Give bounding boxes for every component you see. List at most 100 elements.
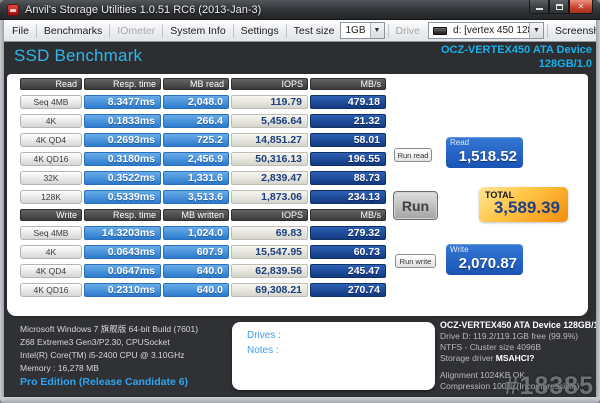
run-write-button[interactable]: Run write <box>395 254 436 268</box>
system-info: Microsoft Windows 7 旗舰版 64-bit Build (76… <box>20 323 198 375</box>
menu-separator <box>387 23 389 38</box>
table-row: 4K 0.1833ms 266.4 5,456.64 21.32 <box>20 114 388 128</box>
table-row: 32K 0.3522ms 1,331.6 2,839.47 88.73 <box>20 171 388 185</box>
table-row: 4K QD4 0.2693ms 725.2 14,851.27 58.01 <box>20 133 388 147</box>
cpu-line: Intel(R) Core(TM) i5-2400 CPU @ 3.10GHz <box>20 350 185 360</box>
edition-label: Pro Edition (Release Candidate 6) <box>20 376 189 388</box>
iops-cell: 69,308.21 <box>231 283 308 297</box>
resp-time-cell: 0.3522ms <box>84 171 161 185</box>
mbs-cell: 245.47 <box>310 264 386 278</box>
mbs-cell: 279.32 <box>310 226 386 240</box>
window-frame-left <box>0 20 4 398</box>
mbs-cell: 479.18 <box>310 95 386 109</box>
resp-time-cell: 0.0643ms <box>84 245 161 259</box>
write-table: Write Resp. time MB written IOPS MB/s Se… <box>20 209 388 297</box>
resp-time-cell: 8.3477ms <box>84 95 161 109</box>
mbs-cell: 88.73 <box>310 171 386 185</box>
iops-cell: 1,873.06 <box>231 190 308 204</box>
row-label: 4K QD16 <box>20 152 82 166</box>
mb-read-cell: 266.4 <box>163 114 229 128</box>
maximize-icon <box>555 3 563 10</box>
total-score-box: TOTAL 3,589.39 <box>479 187 568 222</box>
drive-fs-line: NTFS - Cluster size 4096B <box>440 342 542 352</box>
iops-cell: 15,547.95 <box>231 245 308 259</box>
drive-title: OCZ-VERTEX450 ATA Device 128GB/1.0 <box>440 320 600 330</box>
table-row: 4K QD16 0.2310ms 640.0 69,308.21 270.74 <box>20 283 388 297</box>
column-header: Resp. time <box>84 209 161 221</box>
row-label: Seq 4MB <box>20 226 82 240</box>
menu-separator <box>232 23 234 38</box>
iops-cell: 69.83 <box>231 226 308 240</box>
close-button[interactable]: ✕ <box>569 0 593 14</box>
write-score-label: Write <box>450 245 469 254</box>
menu-separator <box>285 23 287 38</box>
write-score-value: 2,070.87 <box>458 255 517 272</box>
menu-iometer: IOmeter <box>117 24 156 37</box>
menu-screenshot[interactable]: Screenshot <box>549 23 600 39</box>
iops-cell: 62,839.56 <box>231 264 308 278</box>
chevron-down-icon[interactable]: ▼ <box>369 23 384 38</box>
drive-combobox[interactable]: d: [vertex 450 128gb ▼ <box>428 22 545 39</box>
notes-panel[interactable]: Drives : Notes : <box>232 322 435 390</box>
column-header: IOPS <box>231 78 308 90</box>
drive-icon <box>433 26 448 35</box>
menu-file[interactable]: File <box>6 23 35 39</box>
row-label: Seq 4MB <box>20 95 82 109</box>
chevron-down-icon[interactable]: ▼ <box>529 23 544 38</box>
mb-written-cell: 640.0 <box>163 283 229 297</box>
row-label: 4K QD4 <box>20 133 82 147</box>
read-score-box: Read 1,518.52 <box>446 137 523 168</box>
table-row: 4K 0.0643ms 607.9 15,547.95 60.73 <box>20 245 388 259</box>
menu-separator <box>35 23 37 38</box>
iops-cell: 5,456.64 <box>231 114 308 128</box>
maximize-button[interactable] <box>549 0 569 14</box>
storage-driver-line: Storage driver MSAHCI? <box>440 353 598 364</box>
column-header: Read <box>20 78 82 90</box>
page-title: SSD Benchmark <box>14 46 143 65</box>
table-row: Seq 4MB 8.3477ms 2,048.0 119.79 479.18 <box>20 95 388 109</box>
mbs-cell: 60.73 <box>310 245 386 259</box>
menu-system-info[interactable]: System Info <box>164 23 231 39</box>
test-size-combobox[interactable]: 1GB ▼ <box>340 22 385 39</box>
minimize-icon <box>535 8 543 10</box>
row-label: 4K <box>20 245 82 259</box>
column-header: MB written <box>163 209 229 221</box>
column-header: IOPS <box>231 209 308 221</box>
titlebar: Anvil's Storage Utilities 1.0.51 RC6 (20… <box>0 0 600 20</box>
run-read-button[interactable]: Run read <box>394 148 432 162</box>
column-header: MB/s <box>310 78 386 90</box>
device-name: OCZ-VERTEX450 ATA Device <box>441 44 592 56</box>
menu-separator <box>162 23 164 38</box>
benchmark-header: SSD Benchmark OCZ-VERTEX450 ATA Device 1… <box>1 43 599 74</box>
menu-benchmarks[interactable]: Benchmarks <box>38 23 108 39</box>
mb-written-cell: 607.9 <box>163 245 229 259</box>
test-size-label: Test size <box>293 24 335 37</box>
minimize-button[interactable] <box>529 0 549 14</box>
os-line: Microsoft Windows 7 旗舰版 64-bit Build (76… <box>20 324 199 334</box>
device-id: OCZ-VERTEX450 ATA Device 128GB/1.0 <box>441 43 592 72</box>
read-table: Read Resp. time MB read IOPS MB/s Seq 4M… <box>20 78 388 204</box>
mb-read-cell: 2,456.9 <box>163 152 229 166</box>
row-label: 32K <box>20 171 82 185</box>
storage-driver-value: MSAHCI? <box>495 353 535 363</box>
table-row: 128K 0.5339ms 3,513.6 1,873.06 234.13 <box>20 190 388 204</box>
table-row: 4K QD16 0.3180ms 2,456.9 50,316.13 196.5… <box>20 152 388 166</box>
column-header: MB read <box>163 78 229 90</box>
column-header: MB/s <box>310 209 386 221</box>
resp-time-cell: 0.0647ms <box>84 264 161 278</box>
menu-settings[interactable]: Settings <box>235 23 285 39</box>
motherboard-line: Z68 Extreme3 Gen3/P2.30, CPUSocket <box>20 337 170 347</box>
memory-line: Memory : 16,278 MB <box>20 363 99 373</box>
mb-written-cell: 1,024.0 <box>163 226 229 240</box>
run-button[interactable]: Run <box>393 191 438 220</box>
table-row: Seq 4MB 14.3203ms 1,024.0 69.83 279.32 <box>20 226 388 240</box>
mbs-cell: 196.55 <box>310 152 386 166</box>
write-table-header: Write Resp. time MB written IOPS MB/s <box>20 209 388 221</box>
row-label: 128K <box>20 190 82 204</box>
footer: Microsoft Windows 7 旗舰版 64-bit Build (76… <box>4 318 600 400</box>
app-window: Anvil's Storage Utilities 1.0.51 RC6 (20… <box>0 0 600 403</box>
menubar: File Benchmarks IOmeter System Info Sett… <box>1 20 600 42</box>
mbs-cell: 58.01 <box>310 133 386 147</box>
window-frame-right <box>596 20 600 398</box>
iops-cell: 119.79 <box>231 95 308 109</box>
